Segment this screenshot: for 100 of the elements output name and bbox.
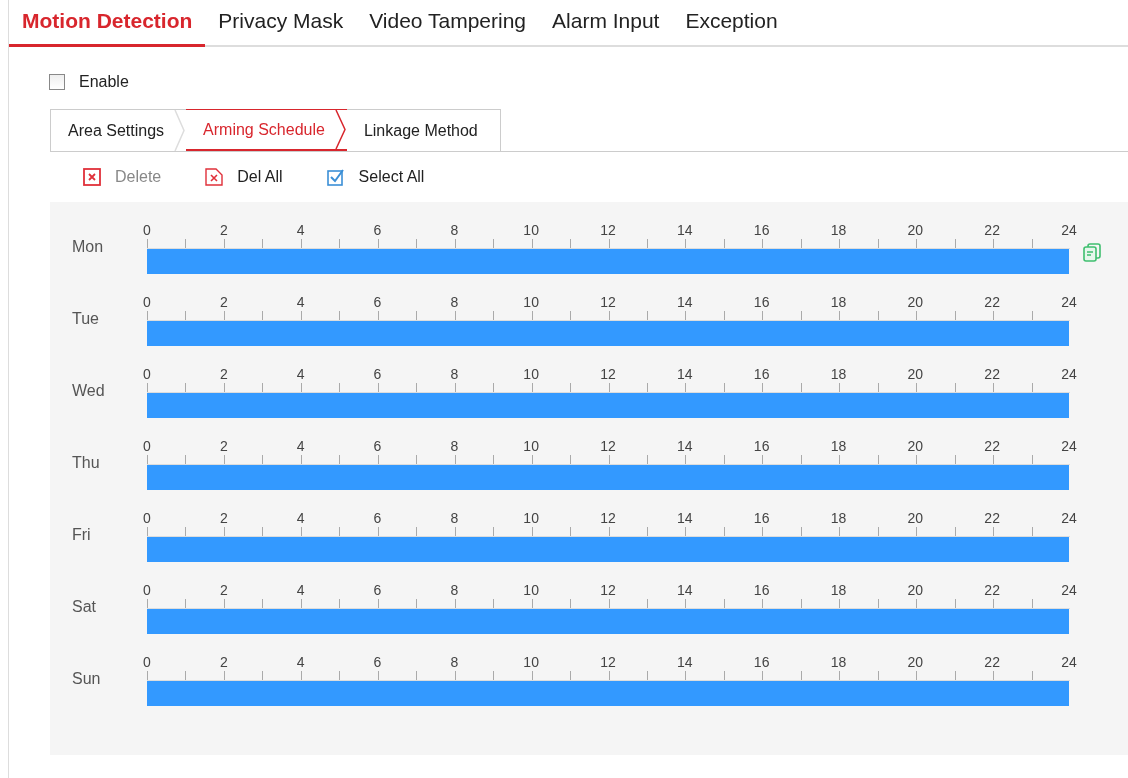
hour-label: 20 [907, 654, 924, 670]
hour-label: 4 [296, 438, 305, 454]
hour-label: 10 [523, 654, 539, 670]
hour-label: 10 [523, 438, 539, 454]
hour-label: 12 [600, 366, 616, 382]
hour-label: 2 [219, 294, 228, 310]
hour-label: 20 [907, 294, 924, 310]
hour-label: 16 [753, 438, 770, 454]
hour-label: 22 [984, 294, 1000, 310]
hour-label: 10 [523, 222, 539, 238]
hour-label: 2 [219, 582, 228, 598]
hour-label: 16 [753, 654, 770, 670]
hour-label: 16 [753, 222, 770, 238]
hour-label: 6 [373, 582, 382, 598]
hour-label: 24 [1061, 366, 1077, 382]
hour-label: 2 [219, 366, 228, 382]
tab[interactable]: Motion Detection [9, 9, 206, 47]
hour-label: 6 [373, 294, 382, 310]
hour-label: 22 [984, 582, 1000, 598]
hour-label: 24 [1061, 654, 1077, 670]
hour-label: 8 [450, 294, 459, 310]
hour-label: 0 [143, 438, 151, 454]
sub-tab[interactable]: Linkage Method [346, 110, 500, 151]
hour-label: 22 [984, 366, 1000, 382]
hour-label: 24 [1061, 438, 1077, 454]
hour-label: 22 [984, 438, 1000, 454]
hour-label: 20 [907, 438, 924, 454]
hour-label: 2 [219, 510, 228, 526]
toolbar-button[interactable]: Del All [205, 168, 283, 186]
hour-label: 14 [677, 366, 693, 382]
hour-label: 16 [753, 294, 770, 310]
hour-label: 12 [600, 510, 616, 526]
hour-label: 24 [1061, 222, 1077, 238]
hour-label: 20 [907, 222, 924, 238]
hour-label: 16 [753, 582, 770, 598]
hour-label: 14 [677, 294, 693, 310]
hour-label: 14 [677, 654, 693, 670]
hour-label: 8 [450, 366, 459, 382]
tab[interactable]: Video Tampering [356, 9, 540, 47]
hour-label: 16 [753, 510, 770, 526]
tab[interactable]: Alarm Input [539, 9, 673, 47]
hour-label: 18 [830, 582, 847, 598]
tab[interactable]: Privacy Mask [205, 9, 357, 47]
hour-label: 24 [1061, 510, 1077, 526]
hour-label: 12 [600, 438, 616, 454]
hour-label: 8 [450, 582, 459, 598]
hour-label: 18 [830, 366, 847, 382]
hour-label: 4 [296, 222, 305, 238]
hour-label: 8 [450, 510, 459, 526]
hour-label: 10 [523, 366, 539, 382]
enable-label: Enable [79, 73, 129, 91]
sub-tab[interactable]: Arming Schedule [186, 109, 347, 151]
hour-label: 20 [907, 582, 924, 598]
hour-label: 6 [373, 222, 382, 238]
delete-icon [83, 168, 101, 186]
hour-label: 8 [450, 654, 459, 670]
hour-label: 6 [373, 438, 382, 454]
hour-label: 10 [523, 510, 539, 526]
hour-label: 10 [523, 582, 539, 598]
hour-label: 0 [143, 510, 151, 526]
hour-label: 22 [984, 654, 1000, 670]
hour-label: 8 [450, 222, 459, 238]
hour-label: 0 [143, 654, 151, 670]
hour-label: 4 [296, 294, 305, 310]
hour-label: 8 [450, 438, 459, 454]
hour-label: 18 [830, 654, 847, 670]
hour-label: 12 [600, 294, 616, 310]
hour-label: 2 [219, 438, 228, 454]
hour-label: 4 [296, 582, 305, 598]
hour-label: 20 [907, 510, 924, 526]
hour-label: 0 [143, 366, 151, 382]
hour-label: 24 [1061, 294, 1077, 310]
toolbar-button[interactable]: Select All [326, 168, 425, 186]
hour-label: 18 [830, 294, 847, 310]
hour-label: 0 [143, 582, 151, 598]
hour-label: 12 [600, 222, 616, 238]
checkbox-check-icon [326, 168, 345, 186]
copy-icon[interactable] [1083, 243, 1102, 262]
hour-label: 20 [907, 366, 924, 382]
hour-label: 2 [219, 654, 228, 670]
hour-label: 14 [677, 438, 693, 454]
hour-label: 6 [373, 366, 382, 382]
hour-label: 18 [830, 222, 847, 238]
tab[interactable]: Exception [672, 9, 791, 47]
hour-label: 18 [830, 438, 847, 454]
hour-label: 4 [296, 510, 305, 526]
sub-tab[interactable]: Area Settings [51, 110, 187, 151]
hour-label: 12 [600, 582, 616, 598]
hour-label: 12 [600, 654, 616, 670]
enable-checkbox[interactable] [49, 74, 65, 90]
hour-label: 14 [677, 582, 693, 598]
hour-label: 0 [143, 222, 151, 238]
hour-label: 2 [219, 222, 228, 238]
hour-label: 22 [984, 222, 1000, 238]
hour-label: 14 [677, 510, 693, 526]
hour-label: 6 [373, 510, 382, 526]
hour-label: 24 [1061, 582, 1077, 598]
hour-label: 18 [830, 510, 847, 526]
hour-label: 4 [296, 654, 305, 670]
delete-file-icon [205, 168, 224, 186]
